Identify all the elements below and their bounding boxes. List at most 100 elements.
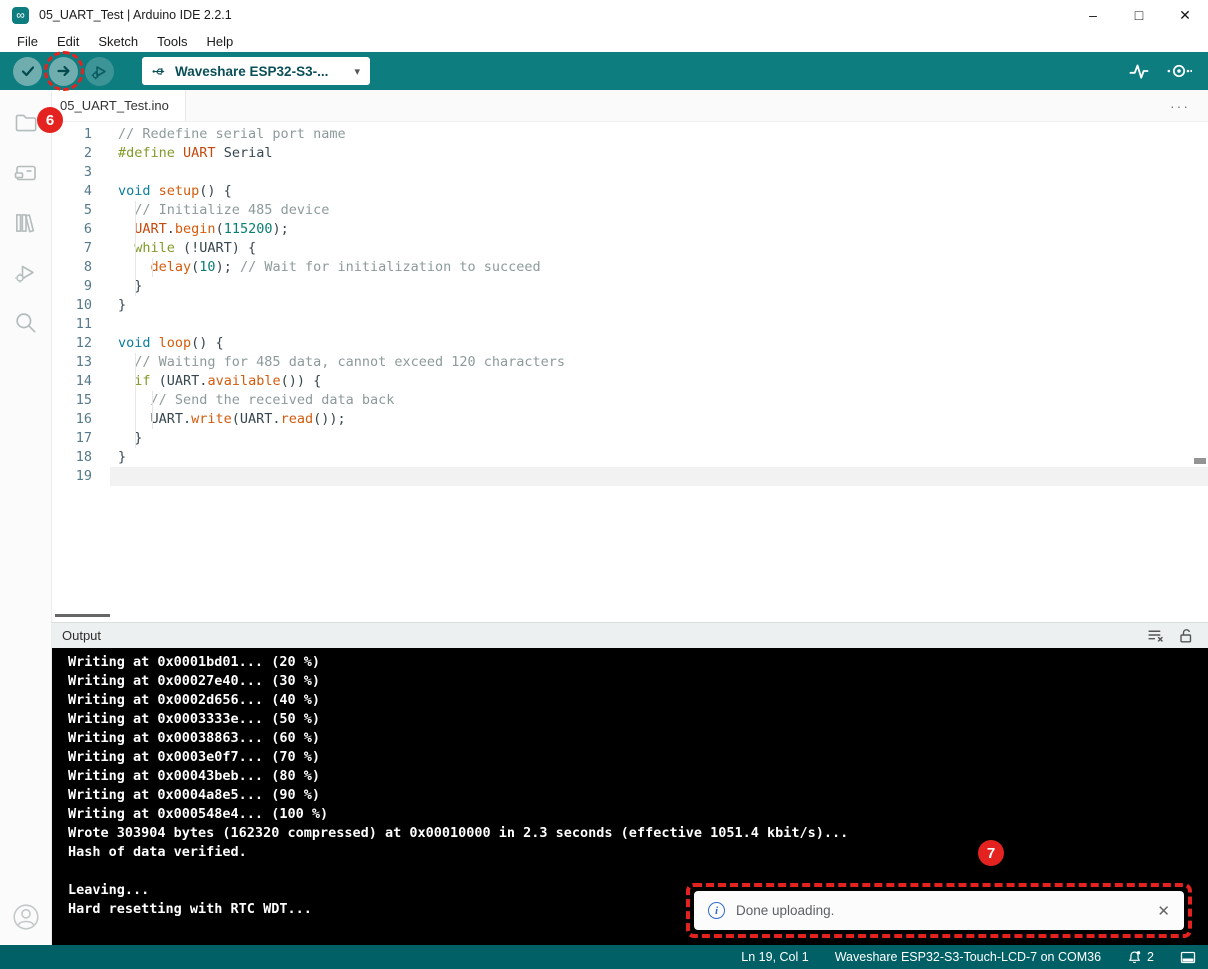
verify-button[interactable] xyxy=(13,57,42,86)
notification-count: 2 xyxy=(1147,950,1154,964)
sidebar-item-library-manager[interactable] xyxy=(0,198,52,248)
toast-close-icon[interactable]: ✕ xyxy=(1157,902,1170,920)
sidebar-item-search[interactable] xyxy=(0,298,52,348)
board-selector-label: Waveshare ESP32-S3-... xyxy=(175,64,328,79)
code-line[interactable]: 12void loop() { xyxy=(52,334,1208,353)
minimize-button[interactable]: – xyxy=(1070,0,1116,30)
code-line[interactable]: 3 xyxy=(52,163,1208,182)
code-editor[interactable]: 1// Redefine serial port name2#define UA… xyxy=(52,122,1208,622)
menu-file[interactable]: File xyxy=(8,34,48,49)
line-number: 1 xyxy=(52,125,110,144)
code-text: if (UART.available()) { xyxy=(110,372,1208,391)
toolbar: Waveshare ESP32-S3-... ▾ xyxy=(0,52,1208,90)
line-number: 11 xyxy=(52,315,110,334)
code-line[interactable]: 11 xyxy=(52,315,1208,334)
line-number: 4 xyxy=(52,182,110,201)
code-line[interactable]: 7 while (!UART) { xyxy=(52,239,1208,258)
line-number: 16 xyxy=(52,410,110,429)
code-line[interactable]: 17 } xyxy=(52,429,1208,448)
code-line[interactable]: 4void setup() { xyxy=(52,182,1208,201)
line-number: 10 xyxy=(52,296,110,315)
check-icon xyxy=(20,63,36,79)
code-line[interactable]: 5 // Initialize 485 device xyxy=(52,201,1208,220)
window-title: 05_UART_Test | Arduino IDE 2.2.1 xyxy=(39,8,232,22)
line-number: 13 xyxy=(52,353,110,372)
code-line[interactable]: 19 xyxy=(52,467,1208,486)
notifications[interactable]: 2 xyxy=(1127,950,1154,965)
code-text: #define UART Serial xyxy=(110,144,1208,163)
board-selector[interactable]: Waveshare ESP32-S3-... ▾ xyxy=(142,57,370,85)
code-line[interactable]: 8 delay(10); // Wait for initialization … xyxy=(52,258,1208,277)
sidebar-item-boards-manager[interactable] xyxy=(0,148,52,198)
toast-highlight-ring: i Done uploading. ✕ xyxy=(686,883,1192,938)
line-number: 2 xyxy=(52,144,110,163)
titlebar: ∞ 05_UART_Test | Arduino IDE 2.2.1 – □ ✕ xyxy=(0,0,1208,30)
serial-plotter-icon[interactable] xyxy=(1128,61,1150,81)
upload-button[interactable] xyxy=(49,57,78,86)
debug-button[interactable] xyxy=(85,57,114,86)
console-line: Writing at 0x0003333e... (50 %) xyxy=(68,710,1208,729)
code-line[interactable]: 18} xyxy=(52,448,1208,467)
code-line[interactable]: 16 UART.write(UART.read()); xyxy=(52,410,1208,429)
chevron-down-icon: ▾ xyxy=(354,65,360,78)
cursor-position[interactable]: Ln 19, Col 1 xyxy=(741,950,808,964)
sidebar-item-debug[interactable] xyxy=(0,248,52,298)
more-actions-icon[interactable]: ··· xyxy=(1170,98,1208,114)
sidebar xyxy=(0,90,52,945)
code-text: // Waiting for 485 data, cannot exceed 1… xyxy=(110,353,1208,372)
line-number: 12 xyxy=(52,334,110,353)
indent-guide xyxy=(135,353,136,448)
code-text: // Initialize 485 device xyxy=(110,201,1208,220)
menu-tools[interactable]: Tools xyxy=(148,34,197,49)
console-line: Writing at 0x00043beb... (80 %) xyxy=(68,767,1208,786)
code-line[interactable]: 15 // Send the received data back xyxy=(52,391,1208,410)
code-line[interactable]: 2#define UART Serial xyxy=(52,144,1208,163)
board-port-status[interactable]: Waveshare ESP32-S3-Touch-LCD-7 on COM36 xyxy=(835,950,1101,964)
console-line: Writing at 0x00027e40... (30 %) xyxy=(68,672,1208,691)
console-line: Writing at 0x00038863... (60 %) xyxy=(68,729,1208,748)
tabstrip: 05_UART_Test.ino ··· xyxy=(52,90,1208,122)
toast-message: Done uploading. xyxy=(736,903,834,918)
sidebar-item-account[interactable] xyxy=(0,889,52,945)
lock-open-icon[interactable] xyxy=(1178,627,1194,644)
toggle-panel[interactable] xyxy=(1180,950,1196,965)
maximize-button[interactable]: □ xyxy=(1116,0,1162,30)
horizontal-scrollbar-thumb[interactable] xyxy=(55,614,110,617)
console-line: Hash of data verified. xyxy=(68,843,1208,862)
code-text: // Send the received data back xyxy=(110,391,1208,410)
code-text: while (!UART) { xyxy=(110,239,1208,258)
books-icon xyxy=(12,209,40,237)
output-header: Output xyxy=(52,622,1208,648)
line-number: 3 xyxy=(52,163,110,182)
account-icon xyxy=(11,902,41,932)
code-text xyxy=(110,315,1208,334)
menubar: File Edit Sketch Tools Help xyxy=(0,30,1208,52)
panel-layout-icon xyxy=(1180,950,1196,965)
done-uploading-toast: i Done uploading. ✕ xyxy=(694,891,1184,930)
code-line[interactable]: 6 UART.begin(115200); xyxy=(52,220,1208,239)
close-button[interactable]: ✕ xyxy=(1162,0,1208,30)
search-icon xyxy=(12,309,40,337)
code-line[interactable]: 10} xyxy=(52,296,1208,315)
code-text: } xyxy=(110,448,1208,467)
code-text: UART.begin(115200); xyxy=(110,220,1208,239)
code-line[interactable]: 1// Redefine serial port name xyxy=(52,125,1208,144)
tab-sketch-file[interactable]: 05_UART_Test.ino xyxy=(52,90,186,121)
console-line xyxy=(68,862,1208,881)
statusbar: Ln 19, Col 1 Waveshare ESP32-S3-Touch-LC… xyxy=(0,945,1208,969)
code-text: void loop() { xyxy=(110,334,1208,353)
menu-help[interactable]: Help xyxy=(197,34,243,49)
menu-edit[interactable]: Edit xyxy=(48,34,89,49)
line-number: 17 xyxy=(52,429,110,448)
debug-run-icon xyxy=(12,260,40,286)
clear-output-icon[interactable] xyxy=(1147,627,1164,644)
code-line[interactable]: 13 // Waiting for 485 data, cannot excee… xyxy=(52,353,1208,372)
menu-sketch[interactable]: Sketch xyxy=(89,34,148,49)
serial-monitor-icon[interactable] xyxy=(1166,61,1192,81)
bell-icon xyxy=(1127,950,1142,965)
code-line[interactable]: 14 if (UART.available()) { xyxy=(52,372,1208,391)
code-line[interactable]: 9 } xyxy=(52,277,1208,296)
tab-label: 05_UART_Test.ino xyxy=(60,98,169,113)
annotation-step-6: 6 xyxy=(37,107,63,133)
vertical-scrollbar-thumb[interactable] xyxy=(1194,458,1206,464)
